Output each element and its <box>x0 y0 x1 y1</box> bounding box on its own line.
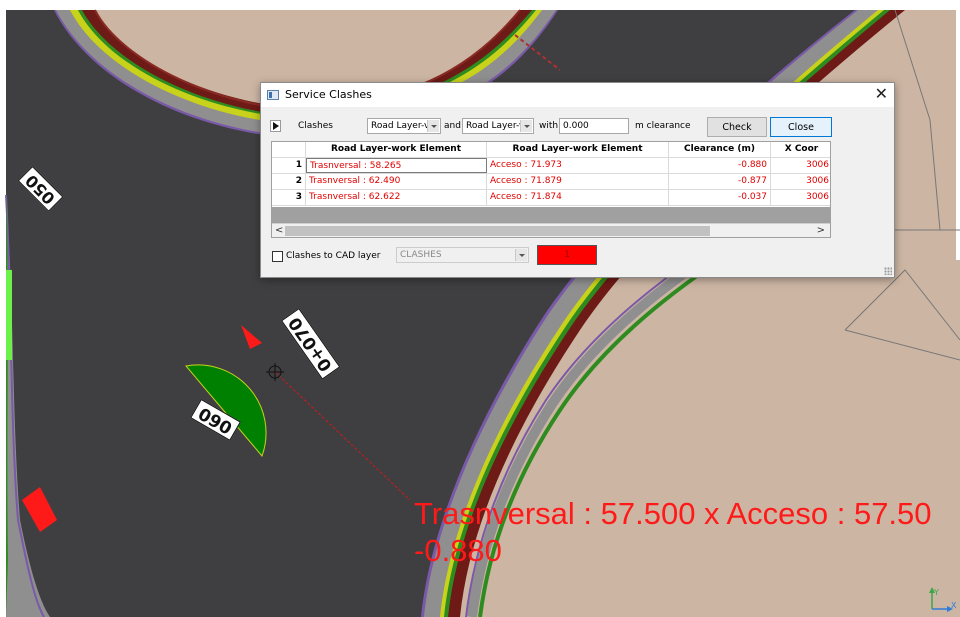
axis-x-label: X <box>951 601 956 610</box>
element-a-cell[interactable]: Trasnversal : 62.622 <box>306 190 487 205</box>
m-clearance-label: m clearance <box>635 121 691 131</box>
scrollbar-thumb[interactable] <box>285 226 710 236</box>
axis-indicator-icon: Y X <box>929 587 956 612</box>
clashes-to-cad-label: Clashes to CAD layer <box>286 251 381 261</box>
with-label: with <box>539 121 559 131</box>
x-coor-cell[interactable]: 3006 <box>771 174 830 189</box>
chevron-down-icon[interactable] <box>520 120 532 132</box>
element-a-cell[interactable]: Trasnversal : 58.265 <box>306 158 487 173</box>
clearance-cell[interactable]: -0.880 <box>669 158 771 173</box>
element-b-cell[interactable]: Acceso : 71.874 <box>487 190 669 205</box>
clash-color-swatch[interactable]: 1 <box>537 245 597 265</box>
element-b-cell[interactable]: Acceso : 71.879 <box>487 174 669 189</box>
clash-annotation-clearance: -0.880 <box>414 533 502 568</box>
and-label: and <box>444 121 461 131</box>
chevron-down-icon[interactable] <box>427 120 439 132</box>
close-icon[interactable]: ✕ <box>875 85 888 103</box>
clashes-to-cad-checkbox[interactable] <box>272 251 283 262</box>
layer-select-2[interactable]: Road Layer-v <box>462 118 534 134</box>
clearance-value-field[interactable] <box>560 119 628 133</box>
horizontal-scrollbar[interactable]: < > <box>272 223 830 237</box>
chevron-down-icon <box>515 249 527 261</box>
cad-viewport[interactable]: 050 0+070 060 Trasnversal : 57.500 x Acc… <box>0 0 960 617</box>
element-a-cell[interactable]: Trasnversal : 62.490 <box>306 174 487 189</box>
header-element-b[interactable]: Road Layer-work Element <box>487 142 669 157</box>
header-clearance[interactable]: Clearance (m) <box>669 142 771 157</box>
layer-select-1[interactable]: Road Layer-v <box>367 118 441 134</box>
header-index[interactable] <box>272 142 306 157</box>
table-row[interactable]: 3 Trasnversal : 62.622 Acceso : 71.874 -… <box>272 190 830 206</box>
axis-y-label: Y <box>933 588 939 597</box>
resize-grip-icon[interactable] <box>884 267 892 275</box>
dialog-title: Service Clashes <box>285 88 372 101</box>
element-b-cell[interactable]: Acceso : 71.973 <box>487 158 669 173</box>
clearance-cell[interactable]: -0.037 <box>669 190 771 205</box>
clearance-cell[interactable]: -0.877 <box>669 174 771 189</box>
service-clashes-dialog[interactable]: Service Clashes ✕ Clashes Road Layer-v a… <box>260 82 895 278</box>
table-empty-area <box>272 207 830 223</box>
row-number: 1 <box>272 158 306 173</box>
table-header-row: Road Layer-work Element Road Layer-work … <box>272 142 830 158</box>
clash-annotation-text: Trasnversal : 57.500 x Acceso : 57.50 <box>414 496 932 531</box>
table-row[interactable]: 2 Trasnversal : 62.490 Acceso : 71.879 -… <box>272 174 830 190</box>
table-row[interactable]: 1 Trasnversal : 58.265 Acceso : 71.973 -… <box>272 158 830 174</box>
scroll-left-icon[interactable]: < <box>275 224 283 237</box>
clash-controls-row: Clashes Road Layer-v and Road Layer-v wi… <box>261 115 894 137</box>
check-button[interactable]: Check <box>707 117 767 137</box>
cad-layer-select[interactable]: CLASHES <box>396 247 529 263</box>
x-coor-cell[interactable]: 3006 <box>771 158 830 173</box>
clashes-label: Clashes <box>298 121 333 131</box>
scroll-right-icon[interactable]: > <box>817 224 825 237</box>
header-element-a[interactable]: Road Layer-work Element <box>306 142 487 157</box>
close-button[interactable]: Close <box>770 117 832 137</box>
window-icon <box>267 90 279 100</box>
x-coor-cell[interactable]: 3006 <box>771 190 830 205</box>
row-number: 2 <box>272 174 306 189</box>
expand-arrow-button[interactable] <box>270 120 281 132</box>
row-number: 3 <box>272 190 306 205</box>
header-x-coor[interactable]: X Coor <box>771 142 830 157</box>
cad-output-row: Clashes to CAD layer CLASHES 1 <box>261 245 894 267</box>
clash-results-table[interactable]: Road Layer-work Element Road Layer-work … <box>271 141 831 238</box>
dialog-titlebar[interactable]: Service Clashes ✕ <box>261 83 894 107</box>
clearance-input[interactable] <box>559 118 629 134</box>
